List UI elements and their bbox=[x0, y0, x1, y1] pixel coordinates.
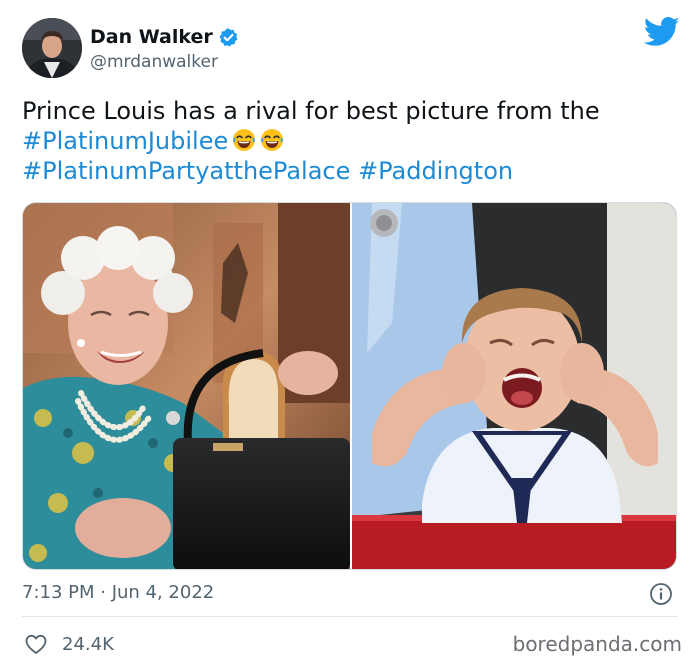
tweet-media[interactable] bbox=[22, 202, 677, 570]
like-count: 24.4K bbox=[62, 633, 114, 655]
hashtag-platinum-jubilee[interactable]: #PlatinumJubilee bbox=[22, 127, 228, 155]
tweet-header: Dan Walker @mrdanwalker bbox=[22, 16, 682, 82]
tweet-text-line-2: #PlatinumJubilee bbox=[22, 126, 672, 156]
laughing-emoji-icon bbox=[232, 128, 256, 152]
tweet-text-line-3: #PlatinumPartyatthePalace #Paddington bbox=[22, 156, 672, 186]
tweet-text-line-1: Prince Louis has a rival for best pictur… bbox=[22, 97, 600, 125]
watermark: boredpanda.com bbox=[512, 632, 682, 656]
author-handle[interactable]: @mrdanwalker bbox=[90, 52, 218, 72]
photo-queen-with-handbag[interactable] bbox=[23, 203, 350, 569]
avatar[interactable] bbox=[22, 18, 82, 78]
author-name-row: Dan Walker bbox=[90, 26, 239, 48]
photo-prince-louis[interactable] bbox=[352, 203, 676, 569]
tweet-text: Prince Louis has a rival for best pictur… bbox=[22, 96, 672, 186]
info-icon[interactable] bbox=[649, 582, 673, 606]
author-name[interactable]: Dan Walker bbox=[90, 26, 213, 48]
tweet-timestamp[interactable]: 7:13 PM · Jun 4, 2022 bbox=[22, 582, 214, 603]
verified-badge-icon bbox=[218, 27, 239, 48]
like-action[interactable]: 24.4K bbox=[24, 632, 114, 656]
heart-icon[interactable] bbox=[24, 632, 48, 656]
hashtag-platinum-party[interactable]: #PlatinumPartyatthePalace bbox=[22, 157, 350, 185]
hashtag-paddington[interactable]: #Paddington bbox=[358, 157, 513, 185]
twitter-bird-icon[interactable] bbox=[643, 16, 680, 48]
divider bbox=[22, 616, 678, 617]
laughing-emoji-icon bbox=[260, 128, 284, 152]
